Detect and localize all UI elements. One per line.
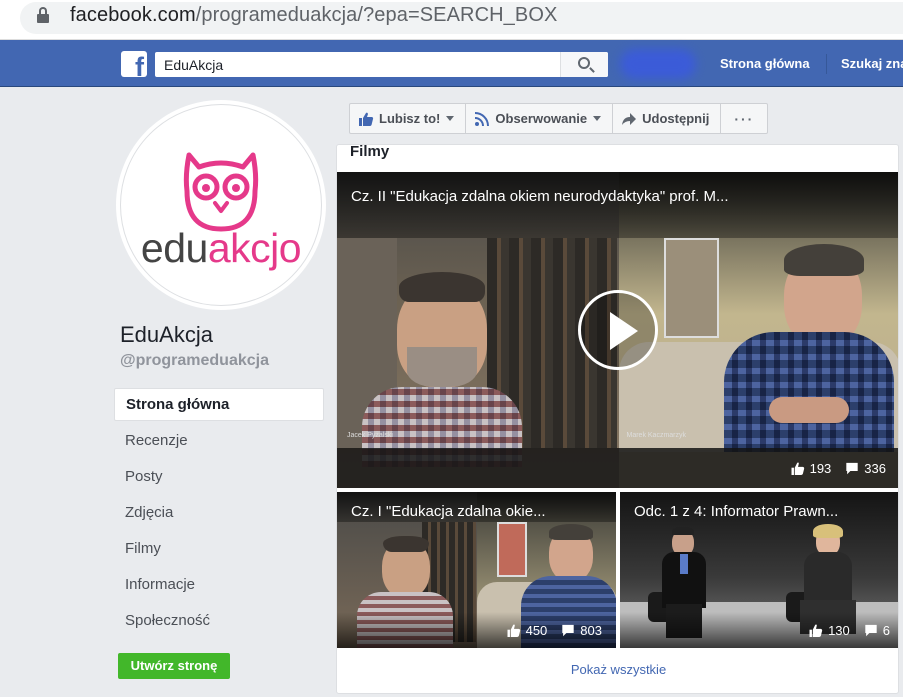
follow-button[interactable]: Obserwowanie (466, 103, 614, 134)
page-handle[interactable]: @programeduakcja (120, 352, 269, 370)
follow-button-label: Obserwowanie (495, 111, 588, 126)
more-dots-icon: ··· (734, 110, 755, 127)
thumbs-up-icon (791, 462, 804, 475)
owl-logo-icon (183, 152, 259, 232)
video-title-episode-1[interactable]: Odc. 1 z 4: Informator Prawn... (620, 492, 898, 522)
nav-home-link[interactable]: Strona główna (720, 56, 810, 71)
page-title[interactable]: EduAkcja (120, 322, 213, 348)
search-box (155, 52, 608, 77)
search-button[interactable] (560, 52, 608, 77)
browser-address-bar: facebook.com/programeduakcja/?epa=SEARCH… (0, 0, 903, 40)
page-action-bar: Lubisz to! Obserwowanie Udostępnij ··· (349, 103, 769, 134)
videos-section-title[interactable]: Filmy (350, 145, 389, 160)
chevron-down-icon (593, 116, 602, 121)
profile-avatar[interactable]: eduakcjo (120, 104, 322, 306)
comment-count: 6 (864, 623, 890, 638)
thumbs-up-icon (359, 112, 374, 126)
search-icon (578, 57, 590, 69)
sidebar-item-community[interactable]: Społeczność (114, 604, 324, 640)
facebook-top-bar: f Strona główna Szukaj zna (0, 40, 903, 87)
share-button-label: Udostępnij (642, 111, 710, 126)
video-thumbnail-episode-1[interactable]: Odc. 1 z 4: Informator Prawn... 130 6 (620, 492, 898, 648)
rss-icon (475, 111, 490, 126)
logo-wordmark: eduakcjo (140, 225, 302, 271)
create-page-button[interactable]: Utwórz stronę (118, 653, 230, 679)
comment-bubble-icon (865, 624, 877, 636)
chevron-down-icon (446, 116, 455, 121)
video-thumbnail-main[interactable]: Jacek Pyżalski Marek Kaczmarzyk Cz. II "… (337, 172, 898, 488)
comment-count: 336 (845, 461, 886, 476)
url-text[interactable]: facebook.com/programeduakcja/?epa=SEARCH… (70, 4, 557, 27)
video-title-part-1[interactable]: Cz. I "Edukacja zdalna okie... (337, 492, 616, 522)
like-button-label: Lubisz to! (379, 111, 441, 126)
page-sidebar-nav: Strona główna Recenzje Posty Zdjęcia Fil… (114, 388, 324, 640)
like-count: 193 (791, 461, 831, 476)
nav-divider (826, 54, 827, 74)
like-count: 450 (507, 623, 547, 638)
videos-card: Filmy Jacek Pyżalski Marek Kaczmarzyk Cz… (336, 144, 899, 694)
lock-icon[interactable] (37, 7, 49, 23)
speaker-name-tag-right: Marek Kaczmarzyk (626, 432, 687, 439)
video-stats-main: 193 336 (337, 448, 898, 488)
nav-find-friends-link[interactable]: Szukaj zna (841, 56, 903, 71)
video-title-main[interactable]: Cz. II "Edukacja zdalna okiem neurodydak… (337, 172, 898, 238)
thumbs-up-icon (507, 624, 520, 637)
blurred-profile-link[interactable] (620, 49, 696, 79)
share-arrow-icon (622, 112, 637, 125)
speaker-name-tag-left: Jacek Pyżalski (347, 432, 393, 439)
sidebar-item-home[interactable]: Strona główna (114, 388, 324, 421)
play-icon[interactable] (578, 290, 658, 370)
sidebar-item-about[interactable]: Informacje (114, 568, 324, 604)
sidebar-item-videos[interactable]: Filmy (114, 532, 324, 568)
more-options-button[interactable]: ··· (721, 103, 769, 134)
share-button[interactable]: Udostępnij (613, 103, 722, 134)
facebook-logo-icon[interactable]: f (121, 51, 147, 77)
video-stats-episode-1: 130 6 (620, 612, 898, 648)
thumbs-up-icon (809, 624, 823, 637)
sidebar-item-reviews[interactable]: Recenzje (114, 424, 324, 460)
like-button[interactable]: Lubisz to! (349, 103, 467, 134)
video-thumbnail-part-1[interactable]: Cz. I "Edukacja zdalna okie... 450 803 (337, 492, 616, 648)
show-all-videos-link[interactable]: Pokaż wszystkie (337, 662, 898, 677)
sidebar-item-photos[interactable]: Zdjęcia (114, 496, 324, 532)
sidebar-item-posts[interactable]: Posty (114, 460, 324, 496)
comment-bubble-icon (846, 462, 858, 474)
comment-bubble-icon (562, 624, 574, 636)
search-input[interactable] (155, 52, 560, 77)
comment-count: 803 (561, 623, 602, 638)
video-stats-part-1: 450 803 (337, 612, 616, 648)
like-count: 130 (809, 623, 850, 638)
